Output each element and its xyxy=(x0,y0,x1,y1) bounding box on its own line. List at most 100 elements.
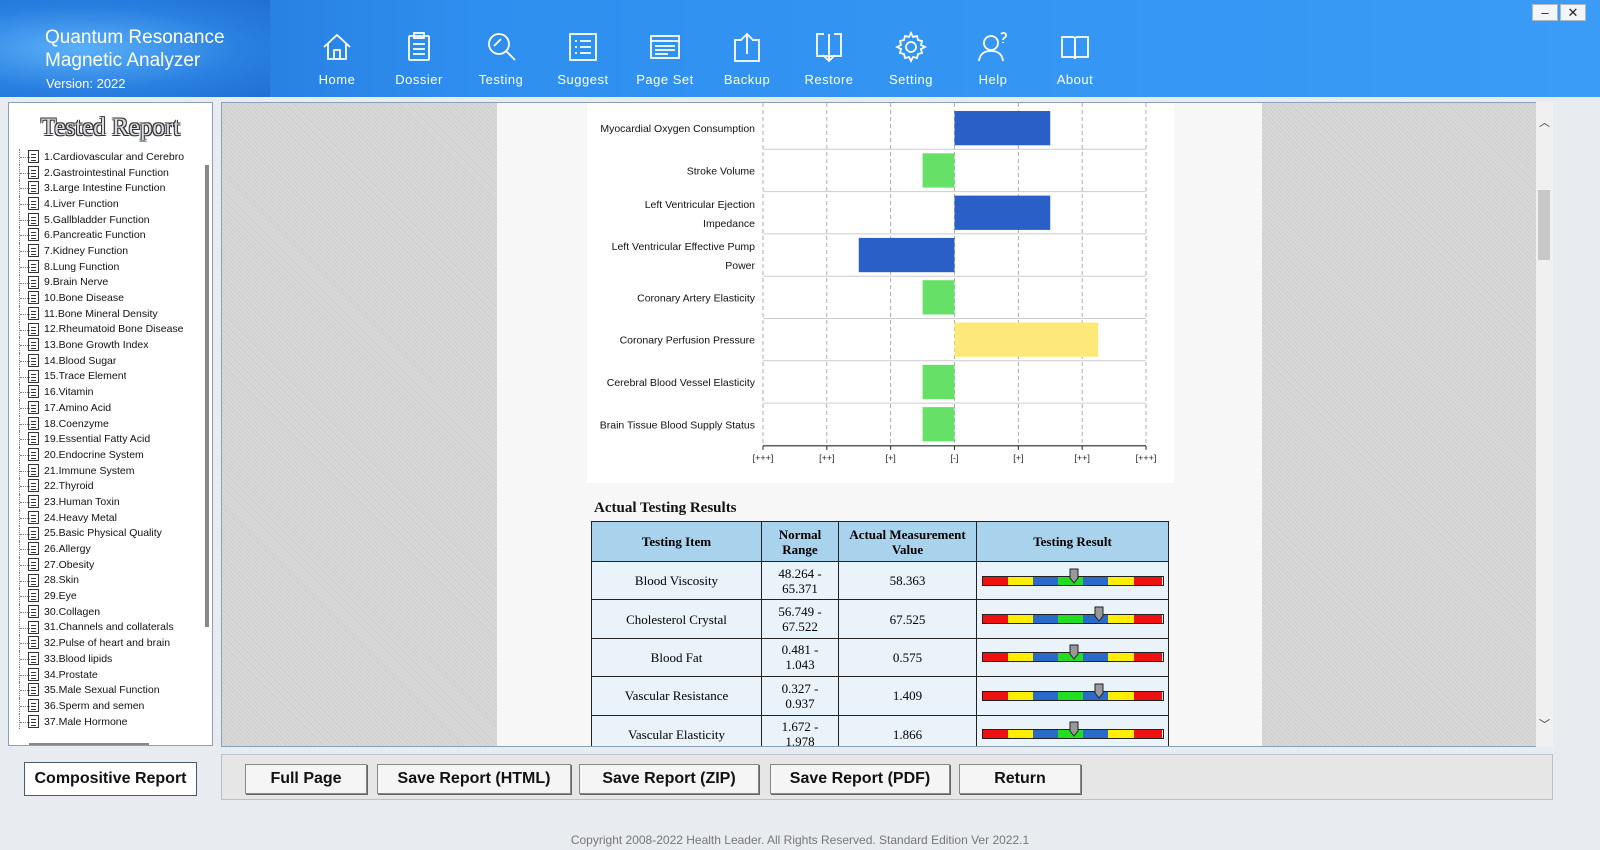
tree-item[interactable]: 27.Obesity xyxy=(13,556,199,573)
chart-bar xyxy=(954,195,1051,230)
gauge-segment xyxy=(1007,730,1033,739)
scroll-thumb[interactable] xyxy=(1538,190,1550,260)
tree-item[interactable]: 24.Heavy Metal xyxy=(13,509,199,526)
nav-restore-button[interactable]: Restore xyxy=(788,0,870,97)
save-report-pdf-button[interactable]: Save Report (PDF) xyxy=(770,764,950,794)
tree-item[interactable]: 35.Male Sexual Function xyxy=(13,682,199,698)
tree-item[interactable]: 36.Sperm and semen xyxy=(13,698,199,714)
category-label: Brain Tissue Blood Supply Status xyxy=(600,419,755,431)
tree-item[interactable]: 6.Pancreatic Function xyxy=(13,227,199,243)
result-gauge xyxy=(981,568,1164,586)
app-title: Quantum Resonance Magnetic Analyzer xyxy=(45,26,225,72)
app-title-line2: Magnetic Analyzer xyxy=(45,50,201,71)
gauge-segment xyxy=(1133,730,1163,739)
category-label: Myocardial Oxygen Consumption xyxy=(600,123,755,135)
tree-item[interactable]: 22.Thyroid xyxy=(13,478,199,494)
tree-item[interactable]: 34.Prostate xyxy=(13,666,199,683)
tree-item[interactable]: 14.Blood Sugar xyxy=(13,352,199,369)
x-tick-label: [++] xyxy=(819,453,835,463)
tree-item-label: 32.Pulse of heart and brain xyxy=(44,637,171,650)
list-icon xyxy=(569,33,597,61)
tree-item-label: 3.Large Intestine Function xyxy=(44,182,166,195)
testing-item-cell: Blood Viscosity xyxy=(591,560,762,601)
compositive-report-button[interactable]: Compositive Report xyxy=(24,762,197,796)
app-title-line1: Quantum Resonance xyxy=(45,27,225,48)
tree-item-label: 2.Gastrointestinal Function xyxy=(44,166,169,179)
nav-backup-button[interactable]: Backup xyxy=(706,0,788,97)
tree-item[interactable]: 37.Male Hormone xyxy=(13,713,199,730)
gauge-segment xyxy=(1108,653,1134,662)
tree-item[interactable]: 18.Coenzyme xyxy=(13,415,199,432)
category-label: Power xyxy=(725,260,755,272)
tree-item[interactable]: 4.Liver Function xyxy=(13,196,199,212)
tree-item[interactable]: 26.Allergy xyxy=(13,541,199,557)
tree-horizontal-scrollbar[interactable] xyxy=(29,743,149,745)
nav-testing-button[interactable]: Testing xyxy=(460,0,542,97)
category-label: Coronary Artery Elasticity xyxy=(637,292,756,304)
tree-item[interactable]: 3.Large Intestine Function xyxy=(13,180,199,196)
close-button[interactable]: ✕ xyxy=(1560,4,1586,21)
tree-item[interactable]: 30.Collagen xyxy=(13,603,199,620)
full-page-button[interactable]: Full Page xyxy=(245,764,367,794)
scroll-down-icon[interactable]: ﹀ xyxy=(1539,720,1550,731)
tree-item-label: 12.Rheumatoid Bone Disease xyxy=(44,323,184,336)
normal-range-cell: 1.672 - 1.978 xyxy=(761,714,839,746)
tree-item[interactable]: 23.Human Toxin xyxy=(13,494,199,510)
tree-item[interactable]: 2.Gastrointestinal Function xyxy=(13,164,199,181)
return-button[interactable]: Return xyxy=(959,764,1081,794)
save-report-html-button[interactable]: Save Report (HTML) xyxy=(377,764,571,794)
tree-item[interactable]: 16.Vitamin xyxy=(13,384,199,400)
nav-setting-button[interactable]: Setting xyxy=(870,0,952,97)
tree-item[interactable]: 12.Rheumatoid Bone Disease xyxy=(13,321,199,338)
main-toolbar: Home Dossier Testing Suggest Page Set Ba… xyxy=(296,0,1116,97)
minimize-button[interactable]: – xyxy=(1532,4,1558,21)
nav-about-button[interactable]: About xyxy=(1034,0,1116,97)
gauge-segment xyxy=(1007,653,1033,662)
tree-item[interactable]: 5.Gallbladder Function xyxy=(13,211,199,228)
tree-item[interactable]: 29.Eye xyxy=(13,588,199,604)
gauge-segment xyxy=(982,653,1008,662)
tree-item-label: 26.Allergy xyxy=(44,543,91,556)
gauge-segment xyxy=(1133,653,1163,662)
nav-suggest-button[interactable]: Suggest xyxy=(542,0,624,97)
scroll-up-icon[interactable]: ︿ xyxy=(1539,118,1550,129)
app-version: Version: 2022 xyxy=(46,76,126,91)
tree-item[interactable]: 33.Blood lipids xyxy=(13,651,199,667)
chart-bar xyxy=(922,280,955,315)
tested-report-panel: Tested Report 1.Cardiovascular and Cereb… xyxy=(8,102,213,746)
nav-page-set-button[interactable]: Page Set xyxy=(624,0,706,97)
testing-result-cell xyxy=(976,560,1169,601)
tree-item[interactable]: 15.Trace Element xyxy=(13,368,199,385)
report-vertical-scrollbar[interactable]: ︿ ﹀ xyxy=(1536,102,1553,747)
tree-item[interactable]: 8.Lung Function xyxy=(13,258,199,275)
tree-item[interactable]: 19.Essential Fatty Acid xyxy=(13,431,199,447)
tree-item[interactable]: 17.Amino Acid xyxy=(13,400,199,416)
document-icon xyxy=(28,604,39,618)
tree-item[interactable]: 31.Channels and collaterals xyxy=(13,619,199,636)
results-row: Blood Fat 0.481 - 1.043 0.575 xyxy=(591,637,1169,678)
nav-dossier-button[interactable]: Dossier xyxy=(378,0,460,97)
window-icon xyxy=(650,35,680,59)
tree-item[interactable]: 28.Skin xyxy=(13,572,199,589)
tree-item[interactable]: 20.Endocrine System xyxy=(13,447,199,463)
tree-item-label: 8.Lung Function xyxy=(44,260,120,273)
tree-item-label: 35.Male Sexual Function xyxy=(44,684,160,697)
gauge-segment xyxy=(982,730,1008,739)
tree-vertical-scrollbar[interactable] xyxy=(205,165,209,627)
tree-item[interactable]: 21.Immune System xyxy=(13,462,199,479)
upload-icon xyxy=(734,32,760,62)
nav-home-button[interactable]: Home xyxy=(296,0,378,97)
tree-item[interactable]: 7.Kidney Function xyxy=(13,243,199,259)
tree-item[interactable]: 25.Basic Physical Quality xyxy=(13,525,199,542)
tree-item[interactable]: 1.Cardiovascular and Cerebro xyxy=(13,149,199,165)
tree-item[interactable]: 10.Bone Disease xyxy=(13,290,199,306)
tree-item[interactable]: 13.Bone Growth Index xyxy=(13,337,199,353)
document-icon xyxy=(28,306,39,320)
nav-help-button[interactable]: Help xyxy=(952,0,1034,97)
document-icon xyxy=(28,510,39,524)
tree-item[interactable]: 11.Bone Mineral Density xyxy=(13,305,199,322)
save-report-zip-button[interactable]: Save Report (ZIP) xyxy=(579,764,759,794)
tree-item[interactable]: 32.Pulse of heart and brain xyxy=(13,635,199,651)
document-icon xyxy=(28,448,39,462)
tree-item[interactable]: 9.Brain Nerve xyxy=(13,274,199,291)
